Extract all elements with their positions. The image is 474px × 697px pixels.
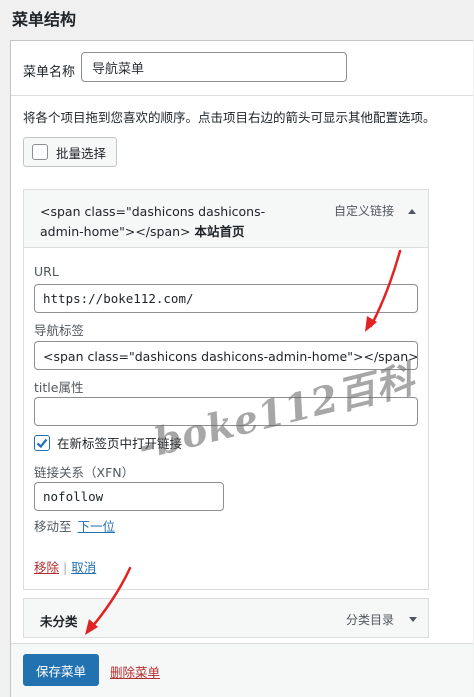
new-tab-label: 在新标签页中打开链接 (57, 436, 183, 451)
bulk-select-checkbox[interactable] (32, 144, 48, 160)
menu-item-title-line2: admin-home"></span> (40, 224, 191, 239)
new-tab-option[interactable]: 在新标签页中打开链接 (34, 433, 182, 452)
separator: | (63, 560, 68, 575)
title-attr-input[interactable] (34, 397, 418, 426)
divider (11, 95, 473, 96)
menu-item-title-line1: <span class="dashicons dashicons- (40, 204, 266, 219)
cancel-link[interactable]: 取消 (71, 560, 96, 575)
save-menu-button[interactable]: 保存菜单 (23, 654, 99, 686)
nav-label-input[interactable]: <span class="dashicons dashicons-admin-h… (34, 341, 418, 370)
bulk-select-button[interactable]: 批量选择 (23, 137, 117, 167)
menu-structure-panel: 菜单名称 将各个项目拖到您喜欢的顺序。点击项目右边的箭头可显示其他配置选项。 批… (10, 40, 473, 697)
rel-label: 链接关系（XFN） (34, 465, 135, 480)
menu-item-header[interactable]: <span class="dashicons dashicons- admin-… (24, 190, 428, 248)
menu-item-title-name: 本站首页 (194, 224, 245, 239)
move-row: 移动至 下一位 (34, 516, 115, 535)
url-input[interactable]: https://boke112.com/ (34, 284, 418, 313)
url-label: URL (34, 264, 59, 279)
instructions-text: 将各个项目拖到您喜欢的顺序。点击项目右边的箭头可显示其他配置选项。 (23, 110, 436, 125)
triangle-up-icon[interactable] (405, 204, 419, 218)
uncategorized-type: 分类目录 (346, 613, 395, 627)
nav-label-label: 导航标签 (34, 323, 85, 338)
remove-link[interactable]: 移除 (34, 560, 59, 575)
rel-input[interactable]: nofollow (34, 482, 224, 511)
menu-name-input[interactable] (81, 52, 347, 82)
move-label: 移动至 (34, 519, 72, 534)
menu-item-uncategorized[interactable]: 未分类 分类目录 (23, 598, 429, 638)
menu-item-home: <span class="dashicons dashicons- admin-… (23, 189, 429, 590)
bulk-select-label: 批量选择 (56, 145, 107, 161)
move-down-link[interactable]: 下一位 (78, 519, 116, 534)
title-attr-label: title属性 (34, 380, 84, 395)
triangle-down-icon[interactable] (407, 613, 419, 625)
checkmark-icon (36, 438, 48, 448)
page-heading: 菜单结构 (12, 10, 77, 29)
item-actions: 移除 | 取消 (34, 557, 96, 576)
uncategorized-title: 未分类 (40, 614, 78, 629)
menu-name-label: 菜单名称 (23, 65, 76, 80)
new-tab-checkbox[interactable] (34, 434, 50, 451)
menu-footer: 保存菜单 删除菜单 (11, 643, 473, 697)
menu-item-type: 自定义链接 (334, 204, 395, 218)
menu-item-title: <span class="dashicons dashicons- admin-… (40, 202, 300, 242)
delete-menu-link[interactable]: 删除菜单 (110, 662, 160, 681)
